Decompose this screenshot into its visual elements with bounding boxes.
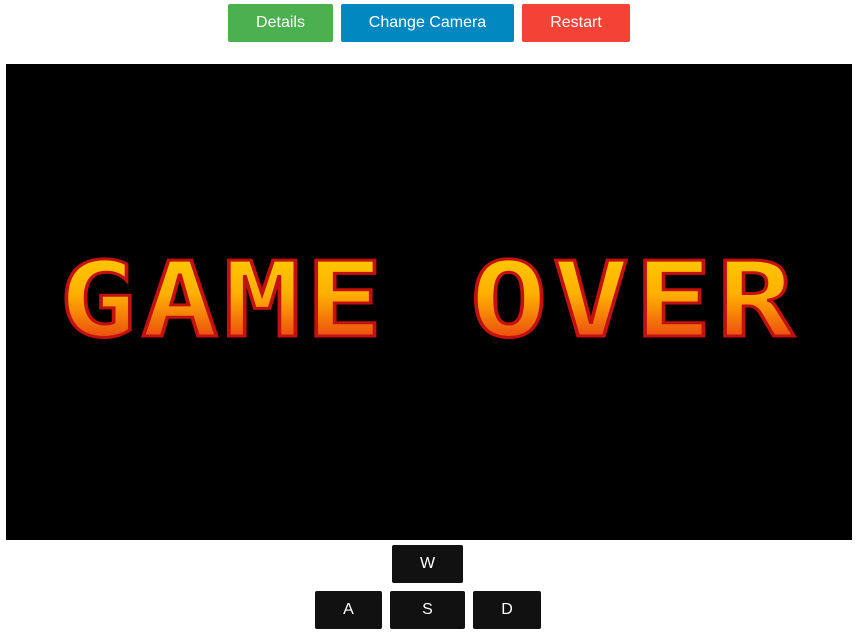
toolbar: Details Change Camera Restart (0, 4, 861, 42)
game-over-graphic: GAME OVER (58, 238, 799, 363)
details-button[interactable]: Details (228, 4, 333, 42)
restart-button[interactable]: Restart (522, 4, 630, 42)
key-s-button[interactable]: S (390, 591, 465, 629)
key-w-button[interactable]: W (392, 545, 463, 583)
key-a-button[interactable]: A (315, 591, 382, 629)
game-canvas[interactable]: GAME OVER (6, 64, 852, 540)
key-d-button[interactable]: D (473, 591, 541, 629)
game-over-text: GAME OVER (59, 239, 799, 361)
wasd-controls: W A S D (0, 544, 861, 635)
change-camera-button[interactable]: Change Camera (341, 4, 514, 42)
